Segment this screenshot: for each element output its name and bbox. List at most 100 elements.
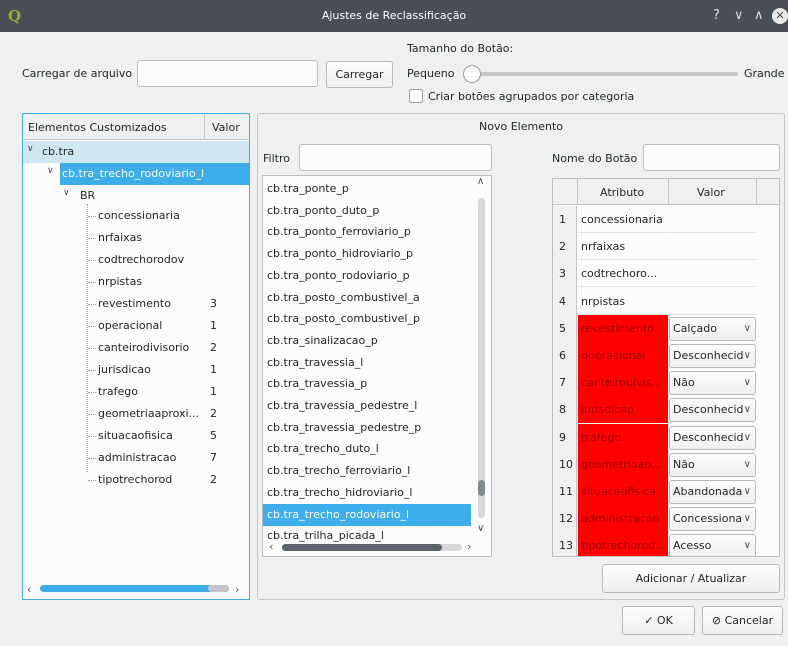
layer-vscrollbar-handle[interactable] <box>478 480 485 496</box>
layer-hscrollbar-handle[interactable] <box>282 544 442 551</box>
tree-item[interactable]: codtrechorodov <box>23 249 249 271</box>
attribute-cell[interactable]: trafego <box>578 423 668 451</box>
scroll-right-icon[interactable]: › <box>235 583 239 596</box>
attribute-cell[interactable]: nrfaixas <box>578 233 668 261</box>
scroll-right-icon[interactable]: › <box>467 540 471 553</box>
chevron-down-icon[interactable]: ∨ <box>744 508 751 530</box>
layer-list[interactable]: cb.tra_ponte_p cb.tra_ponto_duto_p cb.tra_… <box>262 175 492 557</box>
button-name-input[interactable] <box>643 144 780 171</box>
value-combobox[interactable]: Concessiona ∨ <box>669 507 756 532</box>
chevron-down-icon[interactable]: ∨ <box>744 454 751 476</box>
table-row[interactable]: 10 geometriaap... Não ∨ <box>553 450 779 479</box>
load-button[interactable]: Carregar <box>326 61 393 88</box>
table-row[interactable]: 7 canteirodivis... Não ∨ <box>553 369 779 397</box>
tree-item[interactable]: revestimento 3 <box>23 293 249 315</box>
tree-expand-icon[interactable]: ∨ <box>47 166 54 176</box>
attribute-cell[interactable]: geometriaap... <box>578 450 668 478</box>
value-combobox[interactable]: Não ∨ <box>669 371 756 396</box>
value-combobox[interactable]: Desconhecid ∨ <box>669 425 756 450</box>
attribute-cell[interactable]: concessionaria <box>578 206 668 233</box>
table-row[interactable]: 12 administracao Concessiona ∨ <box>553 505 779 533</box>
minimize-icon[interactable]: ∨ <box>734 8 744 23</box>
tree-header-value[interactable]: Valor <box>212 121 240 134</box>
add-update-button[interactable]: Adicionar / Atualizar <box>602 564 780 593</box>
table-row[interactable]: 13 tipotrechorod... Acesso ∨ <box>553 532 779 556</box>
scroll-down-icon[interactable]: ∨ <box>477 523 484 534</box>
layer-list-item[interactable]: cb.tra_trecho_ferroviario_l <box>263 460 471 482</box>
value-combobox[interactable]: Não ∨ <box>669 452 756 477</box>
table-row[interactable]: 9 trafego Desconhecid ∨ <box>553 423 779 452</box>
tree-hscrollbar[interactable] <box>40 585 229 592</box>
table-row[interactable]: 5 revestimento Calçado ∨ <box>553 314 779 343</box>
value-combobox[interactable]: Desconhecid ∨ <box>669 398 756 423</box>
chevron-down-icon[interactable]: ∨ <box>744 372 751 394</box>
tree-item[interactable]: geometriaaproxi... 2 <box>23 403 249 425</box>
value-combobox[interactable]: Desconhecid ∨ <box>669 344 756 368</box>
table-header-attr[interactable]: Atributo <box>600 186 644 199</box>
tree-item[interactable]: nrpistas <box>23 271 249 293</box>
table-row[interactable]: 11 situacaofisica Abandonada ∨ <box>553 478 779 506</box>
layer-list-item[interactable]: cb.tra_posto_combustivel_a <box>263 287 471 309</box>
tree-item[interactable]: administracao 7 <box>23 447 249 469</box>
tree-layer-row[interactable]: ∨ cb.tra_trecho_rodoviario_l <box>47 163 249 185</box>
button-size-slider-track[interactable] <box>463 72 738 76</box>
layer-vscrollbar-track[interactable] <box>478 198 485 518</box>
attribute-cell[interactable]: nrpistas <box>578 288 668 315</box>
table-row[interactable]: 3 codtrechoro... <box>553 260 779 288</box>
chevron-down-icon[interactable]: ∨ <box>744 399 751 421</box>
tree-hscrollbar-track[interactable] <box>208 585 229 592</box>
tree-item[interactable]: trafego 1 <box>23 381 249 403</box>
tree-item[interactable]: operacional 1 <box>23 315 249 337</box>
tree-item[interactable]: tipotrechorod 2 <box>23 469 249 491</box>
cancel-button[interactable]: ⊘ Cancelar <box>702 606 783 635</box>
value-cell[interactable] <box>669 260 756 288</box>
group-checkbox[interactable] <box>409 89 423 103</box>
scroll-left-icon[interactable]: ‹ <box>269 540 273 553</box>
chevron-down-icon[interactable]: ∨ <box>744 535 751 556</box>
layer-list-item[interactable]: cb.tra_ponto_ferroviario_p <box>263 221 471 243</box>
chevron-down-icon[interactable]: ∨ <box>744 427 751 449</box>
scroll-up-icon[interactable]: ∧ <box>477 176 484 187</box>
tree-root-row[interactable]: ∨ cb.tra <box>23 141 249 163</box>
chevron-down-icon[interactable]: ∨ <box>744 481 751 503</box>
chevron-down-icon[interactable]: ∨ <box>744 318 751 340</box>
attribute-cell[interactable]: situacaofisica <box>578 478 668 505</box>
table-row[interactable]: 8 jurisdicao Desconhecid ∨ <box>553 396 779 424</box>
layer-list-item[interactable]: cb.tra_posto_combustivel_p <box>263 308 471 330</box>
value-combobox[interactable]: Acesso ∨ <box>669 534 756 556</box>
attribute-cell[interactable]: codtrechoro... <box>578 260 668 288</box>
layer-list-item[interactable]: cb.tra_travessia_pedestre_l <box>263 395 471 417</box>
attribute-cell[interactable]: jurisdicao <box>578 396 668 424</box>
tree-item[interactable]: nrfaixas <box>23 227 249 249</box>
table-header-value[interactable]: Valor <box>697 186 725 199</box>
close-icon[interactable]: ✕ <box>772 8 788 24</box>
value-cell[interactable] <box>669 288 756 315</box>
value-cell[interactable] <box>669 233 756 261</box>
attribute-cell[interactable]: canteirodivis... <box>578 369 668 397</box>
tree-item[interactable]: concessionaria <box>23 205 249 227</box>
tree-item[interactable]: situacaofisica 5 <box>23 425 249 447</box>
attribute-cell[interactable]: administracao <box>578 505 668 533</box>
tree-group-row[interactable]: ∨ BR <box>63 185 243 207</box>
chevron-down-icon[interactable]: ∨ <box>744 345 751 367</box>
layer-list-item[interactable]: cb.tra_trecho_rodoviario_l <box>263 503 471 526</box>
attribute-table[interactable]: Atributo Valor 1 concessionaria 2 nrfaixas 3… <box>552 178 780 557</box>
layer-list-item[interactable]: cb.tra_trecho_duto_l <box>263 438 471 460</box>
value-cell[interactable] <box>669 206 756 233</box>
ok-button[interactable]: ✓ OK <box>622 606 695 635</box>
custom-elements-tree[interactable]: Elementos Customizados Valor ∨ cb.tra ∨ … <box>22 113 250 600</box>
load-file-input[interactable] <box>137 60 318 87</box>
table-row[interactable]: 2 nrfaixas <box>553 233 779 261</box>
layer-list-item[interactable]: cb.tra_travessia_pedestre_p <box>263 417 471 439</box>
tree-expand-icon[interactable]: ∨ <box>63 188 70 198</box>
attribute-cell[interactable]: tipotrechorod... <box>578 532 668 556</box>
value-combobox[interactable]: Calçado ∨ <box>669 316 756 341</box>
tree-header-name[interactable]: Elementos Customizados <box>28 121 167 134</box>
tree-expand-icon[interactable]: ∨ <box>27 144 34 154</box>
tree-item[interactable]: jurisdicao 1 <box>23 359 249 381</box>
layer-list-item[interactable]: cb.tra_ponte_p <box>263 178 471 200</box>
layer-list-item[interactable]: cb.tra_ponto_duto_p <box>263 200 471 222</box>
table-row[interactable]: 1 concessionaria <box>553 206 779 234</box>
layer-list-item[interactable]: cb.tra_sinalizacao_p <box>263 330 471 352</box>
table-row[interactable]: 4 nrpistas <box>553 288 779 316</box>
